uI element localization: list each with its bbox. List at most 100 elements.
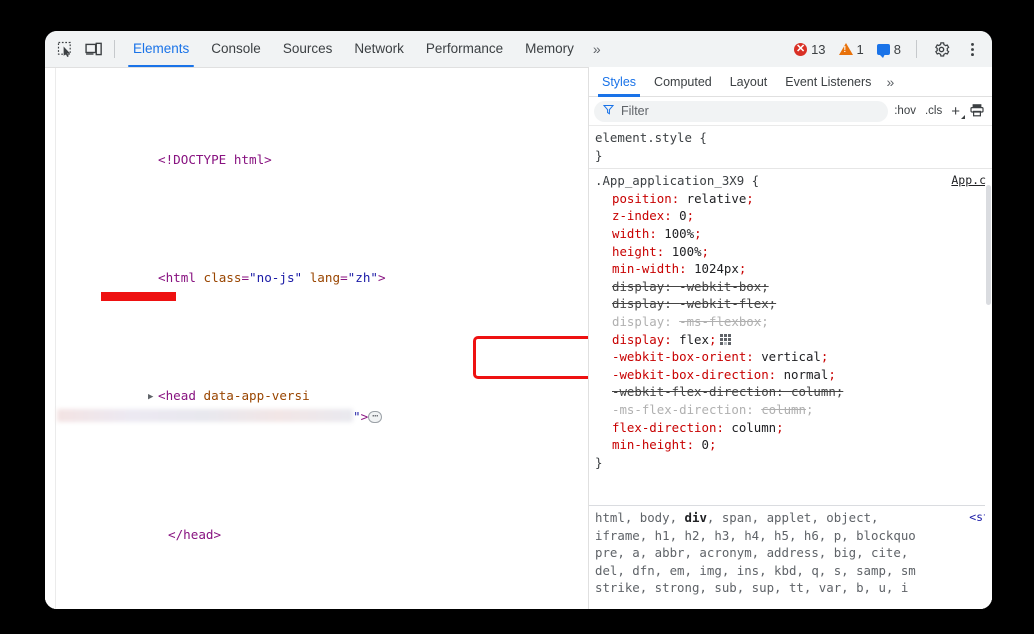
prop-value-ms-flex-direction[interactable]: column — [761, 402, 806, 417]
html-tag-name: html — [165, 269, 196, 285]
styles-scrollbar[interactable] — [985, 185, 992, 609]
prop-value-box-direction[interactable]: normal — [784, 367, 829, 382]
error-icon: ✕ — [794, 42, 808, 56]
prop-value-display-2[interactable]: -webkit-flex — [679, 296, 769, 311]
declaration-display-webkit-box[interactable]: display: -webkit-box; — [595, 278, 992, 296]
declaration-webkit-flex-direction[interactable]: -webkit-flex-direction: column; — [595, 383, 992, 401]
issue-counters: ✕ 13 1 8 — [789, 36, 988, 62]
declaration-height[interactable]: height: 100%; — [595, 243, 992, 261]
ua-selector-line-5: strike, strong, sub, sup, tt, var, b, u,… — [595, 580, 909, 596]
tab-event-listeners[interactable]: Event Listeners — [776, 67, 880, 97]
new-style-rule-icon[interactable] — [969, 103, 987, 120]
devtools-toolbar: Elements Console Sources Network Perform… — [45, 31, 992, 67]
prop-name-min-width: min-width — [612, 261, 680, 277]
app-application-close: } — [595, 454, 603, 470]
hov-button[interactable]: :hov — [891, 105, 919, 117]
tab-performance[interactable]: Performance — [415, 31, 514, 67]
element-style-selector[interactable]: element.style { — [595, 129, 992, 147]
declaration-ms-flex-direction[interactable]: -ms-flex-direction: column; — [595, 401, 992, 419]
styles-pane-tabs: Styles Computed Layout Event Listeners » — [589, 67, 992, 97]
tab-sources[interactable]: Sources — [272, 31, 344, 67]
styles-more-tabs-chevron-icon[interactable]: » — [880, 74, 898, 90]
toolbar-divider — [114, 40, 115, 58]
ua-selector-line-1: html, body, div, span, applet, object, — [595, 510, 879, 525]
declaration-min-height[interactable]: min-height: 0; — [595, 436, 992, 454]
app-application-selector[interactable]: .App_application_3X9 { — [595, 172, 992, 190]
new-rule-plus-button[interactable]: + — [948, 103, 966, 120]
declaration-z-index[interactable]: z-index: 0; — [595, 207, 992, 225]
rule-app-application[interactable]: .App_application_3X9 { App.c position: r… — [589, 168, 992, 475]
head-close-tag: head — [183, 526, 214, 542]
prop-name-webkit-flex-direction: -webkit-flex-direction — [612, 384, 777, 400]
ua-bold-token: div — [684, 510, 707, 525]
declaration-min-width[interactable]: min-width: 1024px; — [595, 260, 992, 278]
prop-value-webkit-flex-direction[interactable]: column — [791, 384, 836, 399]
cls-button[interactable]: .cls — [922, 105, 945, 117]
filter-input[interactable]: Filter — [594, 100, 889, 122]
css-rules-area[interactable]: element.style { } .App_application_3X9 {… — [589, 126, 992, 609]
declaration-flex-direction[interactable]: flex-direction: column; — [595, 419, 992, 437]
tab-layout[interactable]: Layout — [721, 67, 777, 97]
html-lang-value: "zh" — [347, 269, 378, 285]
rule-element-style[interactable]: element.style { } — [589, 126, 992, 168]
prop-value-box-orient[interactable]: vertical — [761, 349, 821, 364]
prop-value-display-3[interactable]: -ms-flexbox — [679, 314, 761, 329]
declaration-width[interactable]: width: 100%; — [595, 225, 992, 243]
kebab-menu-icon[interactable] — [958, 36, 986, 62]
styles-filter-row: Filter :hov .cls + — [589, 97, 992, 126]
flex-grid-badge-icon[interactable] — [720, 332, 732, 345]
tab-computed[interactable]: Computed — [645, 67, 721, 97]
filter-placeholder: Filter — [621, 104, 649, 118]
screen-root: Elements Console Sources Network Perform… — [0, 0, 1034, 634]
dom-tree-pane[interactable]: <!DOCTYPE html> <html class="no-js" lang… — [45, 67, 588, 609]
devtools-main: <!DOCTYPE html> <html class="no-js" lang… — [45, 67, 992, 609]
annotation-red-box-min-app-width — [473, 336, 588, 379]
declaration-webkit-box-orient[interactable]: -webkit-box-orient: vertical; — [595, 348, 992, 366]
prop-value-display-1[interactable]: -webkit-box — [679, 279, 761, 294]
declaration-position[interactable]: position: relative; — [595, 190, 992, 208]
stylesheet-source-link[interactable]: App.c — [951, 172, 986, 190]
tree-line-doctype[interactable]: <!DOCTYPE html> — [45, 131, 588, 190]
prop-name-display-3: display — [612, 313, 665, 329]
head-tag-name: head — [165, 387, 196, 403]
prop-value-height[interactable]: 100% — [672, 244, 702, 259]
prop-value-position[interactable]: relative — [687, 191, 747, 206]
expand-triangle-head-icon[interactable]: ▶ — [148, 388, 158, 408]
more-tabs-chevron-icon[interactable]: » — [585, 41, 607, 57]
filter-icon — [602, 102, 615, 120]
prop-name-flex-direction: flex-direction — [612, 419, 717, 435]
tab-memory[interactable]: Memory — [514, 31, 585, 67]
prop-value-width[interactable]: 100% — [664, 226, 694, 241]
prop-value-min-width[interactable]: 1024px — [694, 261, 739, 276]
error-counter[interactable]: ✕ 13 — [789, 42, 830, 57]
prop-value-z-index[interactable]: 0 — [679, 208, 686, 223]
tree-line-head-close[interactable]: </head> — [45, 505, 588, 564]
ua-selector-line-3: pre, a, abbr, acronym, address, big, cit… — [595, 545, 909, 561]
ua-stylesheet-rule[interactable]: <st html, body, div, span, applet, objec… — [589, 505, 992, 609]
declaration-display-ms-flexbox[interactable]: display: -ms-flexbox; — [595, 313, 992, 331]
declaration-display-webkit-flex[interactable]: display: -webkit-flex; — [595, 295, 992, 313]
message-icon — [876, 43, 890, 58]
gear-icon[interactable] — [927, 36, 955, 62]
prop-name-box-direction: -webkit-box-direction — [612, 366, 769, 382]
tab-elements[interactable]: Elements — [122, 31, 200, 67]
prop-value-display-4[interactable]: flex — [679, 332, 709, 347]
message-count: 8 — [893, 41, 901, 57]
inspect-element-icon[interactable] — [51, 36, 79, 62]
declaration-display-flex[interactable]: display: flex; — [595, 331, 992, 349]
prop-value-flex-direction[interactable]: column — [731, 420, 776, 435]
tab-console[interactable]: Console — [200, 31, 272, 67]
device-toolbar-icon[interactable] — [79, 36, 107, 62]
html-class-value: "no-js" — [249, 269, 303, 285]
devtools-window: Elements Console Sources Network Perform… — [45, 31, 992, 609]
head-attr-name: data-app-versi — [203, 387, 310, 403]
html-lang-attr: lang — [309, 269, 341, 285]
toolbar-divider-2 — [916, 40, 917, 58]
tab-styles[interactable]: Styles — [593, 67, 645, 97]
styles-scrollbar-thumb[interactable] — [986, 185, 991, 305]
tab-network[interactable]: Network — [343, 31, 415, 67]
warning-counter[interactable]: 1 — [834, 42, 869, 57]
declaration-webkit-box-direction[interactable]: -webkit-box-direction: normal; — [595, 366, 992, 384]
message-counter[interactable]: 8 — [872, 41, 906, 58]
prop-value-min-height[interactable]: 0 — [702, 437, 709, 452]
